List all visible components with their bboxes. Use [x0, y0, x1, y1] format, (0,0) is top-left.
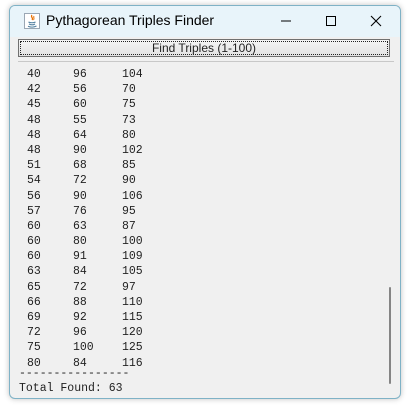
close-button[interactable]	[353, 6, 399, 37]
triple-b: 91	[73, 250, 87, 264]
triple-c: 100	[122, 235, 143, 249]
triple-c: 97	[122, 280, 136, 294]
triple-b: 64	[73, 128, 87, 142]
triple-b: 100	[73, 341, 94, 355]
results-separator: ----------------	[19, 367, 130, 380]
triple-a: 42	[27, 83, 41, 97]
title-bar[interactable]: Pythagorean Triples Finder	[10, 6, 400, 37]
vertical-scrollbar[interactable]	[386, 62, 394, 397]
triple-b: 63	[73, 219, 87, 233]
triple-b: 72	[73, 174, 87, 188]
triple-a: 65	[27, 280, 41, 294]
triple-b: 88	[73, 295, 87, 309]
triple-c: 80	[122, 128, 136, 142]
triple-a: 54	[27, 174, 41, 188]
triple-c: 104	[122, 68, 143, 81]
triple-c: 105	[122, 265, 143, 279]
triple-c: 110	[122, 295, 143, 309]
close-icon	[370, 15, 382, 27]
results-text-area[interactable]: 40 96 104 42 56 70 45 60 75 48 55 73 48 64 80 48 90 102 51…	[18, 62, 384, 397]
triple-c: 85	[122, 159, 136, 173]
triple-c: 106	[122, 189, 143, 203]
results-scroll-pane[interactable]: 40 96 104 42 56 70 45 60 75 48 55 73 48 64 80 48 90 102 51…	[18, 61, 394, 397]
find-triples-button[interactable]: Find Triples (1-100)	[18, 39, 390, 57]
triple-b: 96	[73, 68, 87, 81]
triple-b: 72	[73, 280, 87, 294]
triple-c: 102	[122, 143, 143, 157]
triple-b: 90	[73, 189, 87, 203]
triple-a: 60	[27, 219, 41, 233]
triple-a: 40	[27, 68, 41, 81]
minimize-button[interactable]	[263, 6, 309, 37]
window-title: Pythagorean Triples Finder	[46, 12, 215, 28]
triple-b: 60	[73, 98, 87, 112]
java-app-icon	[24, 13, 40, 29]
triple-a: 45	[27, 98, 41, 112]
triple-c: 90	[122, 174, 136, 188]
triple-c: 75	[122, 98, 136, 112]
triple-b: 84	[73, 265, 87, 279]
app-window: Pythagorean Triples Finder Find Triples …	[9, 5, 401, 399]
triple-a: 75	[27, 341, 41, 355]
triple-a: 51	[27, 159, 41, 173]
triple-c: 120	[122, 326, 143, 340]
triple-b: 76	[73, 204, 87, 218]
triple-b: 80	[73, 235, 87, 249]
triple-c: 70	[122, 83, 136, 97]
triple-a: 48	[27, 143, 41, 157]
triple-c: 73	[122, 113, 136, 127]
triple-a: 56	[27, 189, 41, 203]
triple-a: 60	[27, 250, 41, 264]
triple-a: 66	[27, 295, 41, 309]
maximize-button[interactable]	[308, 6, 354, 37]
triple-a: 63	[27, 265, 41, 279]
maximize-icon	[326, 16, 336, 26]
scrollbar-thumb[interactable]	[389, 287, 391, 384]
triple-b: 56	[73, 83, 87, 97]
triple-a: 72	[27, 326, 41, 340]
triple-b: 90	[73, 143, 87, 157]
triple-a: 60	[27, 235, 41, 249]
triple-a: 69	[27, 311, 41, 324]
triple-a: 48	[27, 113, 41, 127]
triple-c: 95	[122, 204, 136, 218]
triple-b: 55	[73, 113, 87, 127]
triple-a: 48	[27, 128, 41, 142]
triple-b: 96	[73, 326, 87, 340]
triple-c: 115	[122, 311, 143, 324]
triple-c: 109	[122, 250, 143, 264]
triple-c: 125	[122, 341, 143, 355]
triple-c: 87	[122, 219, 136, 233]
minimize-icon	[281, 20, 291, 22]
triple-b: 68	[73, 159, 87, 173]
total-found-label: Total Found: 63	[19, 382, 123, 395]
triple-a: 57	[27, 204, 41, 218]
triple-b: 92	[73, 311, 87, 324]
